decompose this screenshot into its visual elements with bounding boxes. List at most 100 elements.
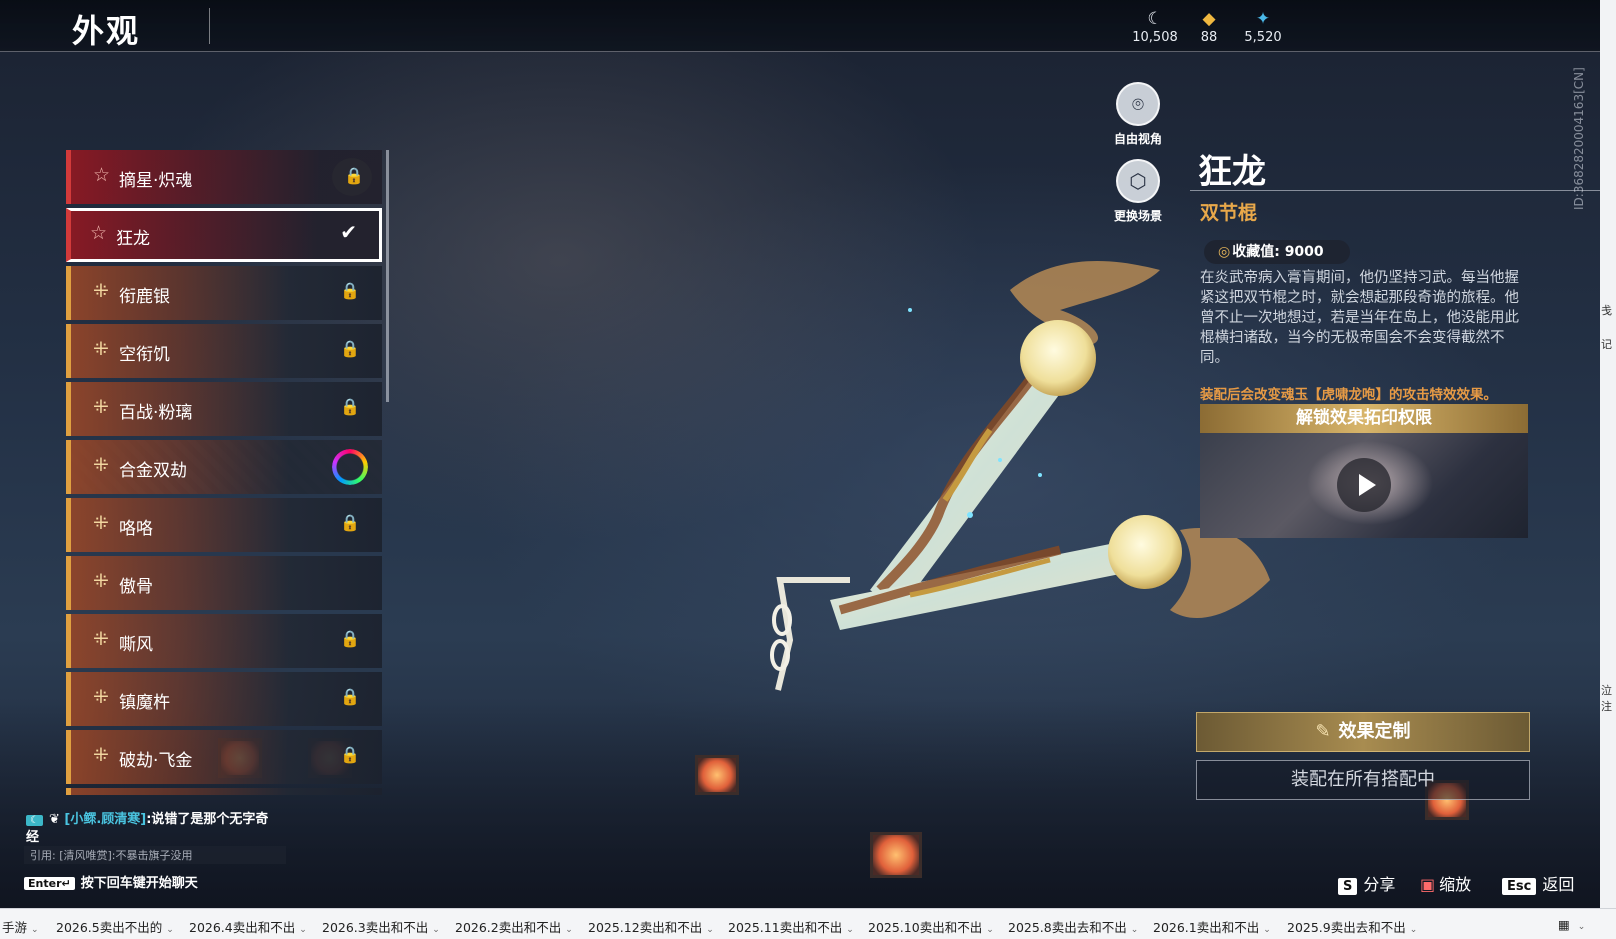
list-scrollbar[interactable] <box>386 150 389 402</box>
grid-icon[interactable]: ▦ ⌄ <box>1558 917 1585 932</box>
chat-nickname[interactable]: [小鳏.顾清寒] <box>64 812 146 827</box>
item-label: 摘星·炽魂 <box>119 171 193 191</box>
lock-badge: 🔒 <box>332 158 372 196</box>
list-item[interactable]: ⁜ 合金双劫 <box>66 440 382 494</box>
list-item[interactable]: ⁜ 嘶风 🔒 <box>66 614 382 668</box>
cross-icon: ⁜ <box>93 744 109 766</box>
chevron-down-icon: ⌄ <box>1263 925 1271 935</box>
rainbow-ring-icon <box>332 449 368 485</box>
moon-coin-icon: ☾ <box>1147 9 1163 29</box>
strip-text: 戋 <box>1601 304 1612 317</box>
bookmark-folder[interactable]: 2025.9卖出去和不出 ⌄ <box>1287 917 1417 936</box>
list-item[interactable]: ⁜ 咯咯 🔒 <box>66 498 382 552</box>
effect-preview-video[interactable] <box>1200 433 1528 538</box>
cross-icon: ⁜ <box>93 570 109 592</box>
change-scene-button[interactable]: ⬡ 更换场景 <box>1112 159 1164 224</box>
chevron-down-icon: ⌄ <box>1130 925 1139 935</box>
list-item[interactable]: ⁜ 空衔饥 🔒 <box>66 324 382 378</box>
back-hint[interactable]: Esc 返回 <box>1502 871 1574 895</box>
cross-icon: ⁜ <box>93 512 109 534</box>
bookmark-folder[interactable]: 2025.12卖出和不出 ⌄ <box>588 917 714 936</box>
chevron-down-icon: ⌄ <box>706 925 714 935</box>
item-label: 破劫·飞金 <box>119 751 193 771</box>
zoom-hint[interactable]: ▣ 缩放 <box>1420 871 1471 895</box>
lantern-prop <box>695 755 739 795</box>
cube-icon: ⬡ <box>1116 159 1160 203</box>
chevron-down-icon: ⌄ <box>166 925 174 935</box>
bookmark-folder[interactable]: 2026.4卖出和不出 ⌄ <box>189 917 307 936</box>
bookmark-folder[interactable]: 手游 ⌄ <box>2 917 39 936</box>
bookmark-folder[interactable]: 2026.3卖出和不出 ⌄ <box>322 917 440 936</box>
channel-tag: ☾ <box>26 815 43 826</box>
cross-icon: ⁜ <box>93 396 109 418</box>
chevron-down-icon: ⌄ <box>299 925 307 935</box>
chevron-down-icon: ⌄ <box>432 925 440 935</box>
bookmark-folder[interactable]: 2025.11卖出和不出 ⌄ <box>728 917 854 936</box>
right-app-strip: 戋 记 泣注 <box>1600 0 1616 908</box>
strip-text: 记 <box>1601 338 1612 351</box>
skin-list[interactable]: ☆ 摘星·炽魂 🔒 ☆ 狂龙 ✔ ⁜ 衔鹿银 🔒 ⁜ 空衔饥 🔒 ⁜ 百战·粉璃… <box>66 150 382 795</box>
list-item[interactable]: ⁜ 傲骨 <box>66 556 382 610</box>
esc-key: Esc <box>1502 878 1537 895</box>
chat-enter-hint[interactable]: Enter↵ 按下回车键开始聊天 <box>24 872 198 891</box>
star-icon: ☆ <box>90 222 108 244</box>
chevron-down-icon: ⌄ <box>846 925 854 935</box>
bookmark-folder[interactable]: 2026.1卖出和不出 ⌄ <box>1153 917 1271 936</box>
list-item[interactable]: ⁜ 衔鹿银 🔒 <box>66 266 382 320</box>
lantern-prop <box>870 832 922 878</box>
item-label: 傲骨 <box>119 577 153 597</box>
collect-value: 收藏值: 9000 <box>1232 244 1324 260</box>
currency-value: 10,508 <box>1132 30 1178 45</box>
strip-text: 泣注 <box>1601 684 1612 713</box>
player-id: ID:3682820004163[CN] <box>1572 67 1586 210</box>
chevron-down-icon: ⌄ <box>565 925 573 935</box>
check-icon: ✔ <box>340 220 357 244</box>
collect-value-badge: ◎ 收藏值: 9000 <box>1204 240 1350 264</box>
share-hint[interactable]: S 分享 <box>1338 871 1395 895</box>
play-icon[interactable] <box>1337 458 1391 512</box>
bookmark-folder[interactable]: 2026.5卖出不出的 ⌄ <box>56 917 174 936</box>
cross-icon: ⁜ <box>93 280 109 302</box>
lock-icon: 🔒 <box>340 397 360 416</box>
change-scene-label: 更换场景 <box>1113 209 1162 223</box>
currency-moon[interactable]: ☾ 10,508 <box>1125 8 1185 45</box>
item-label: 衔鹿银 <box>119 287 170 307</box>
feather-icon: ✦ <box>1255 9 1271 29</box>
wrench-icon: ✎ <box>1315 721 1331 742</box>
list-item[interactable] <box>66 788 382 795</box>
free-view-button[interactable]: ⌾ 自由视角 <box>1112 82 1164 147</box>
free-view-label: 自由视角 <box>1113 132 1162 146</box>
title-underline <box>1190 190 1600 191</box>
chat-quote: 引用: [清风唯赏]:不暴击旗子没用 <box>24 846 286 864</box>
bookmark-folder[interactable]: 2026.2卖出和不出 ⌄ <box>455 917 573 936</box>
list-item[interactable]: ⁜ 破劫·飞金 🔒 <box>66 730 382 784</box>
share-key: S <box>1338 878 1358 895</box>
list-item-selected[interactable]: ☆ 狂龙 ✔ <box>66 208 382 262</box>
chat-message-cont: 经 <box>26 830 40 845</box>
lock-icon: 🔒 <box>344 166 364 185</box>
currency-gold[interactable]: ◆ 88 <box>1179 8 1239 45</box>
list-item[interactable]: ⁜ 镇魔杵 🔒 <box>66 672 382 726</box>
cross-icon: ⁜ <box>93 454 109 476</box>
list-item[interactable]: ☆ 摘星·炽魂 🔒 <box>66 150 382 204</box>
bookmark-folder[interactable]: 2025.8卖出去和不出 ⌄ <box>1008 917 1138 936</box>
bookmark-folder[interactable]: 2025.10卖出和不出 ⌄ <box>868 917 994 936</box>
chat-text: :说错了是那个无字奇 <box>146 812 269 827</box>
gold-ticket-icon: ◆ <box>1202 9 1216 29</box>
cross-icon: ⁜ <box>93 338 109 360</box>
lock-icon: 🔒 <box>340 687 360 706</box>
chat-message: ☾ ❦ [小鳏.顾清寒]:说错了是那个无字奇 <box>26 808 268 827</box>
equip-all-button[interactable]: 装配在所有搭配中 <box>1196 760 1530 800</box>
list-item[interactable]: ⁜ 百战·粉璃 🔒 <box>66 382 382 436</box>
item-label: 镇魔杵 <box>119 693 170 713</box>
lock-icon: 🔒 <box>340 745 360 764</box>
collect-icon: ◎ <box>1218 244 1231 260</box>
effect-custom-button[interactable]: ✎ 效果定制 <box>1196 712 1530 752</box>
item-type: 双节棍 <box>1200 202 1258 224</box>
lock-icon: 🔒 <box>340 281 360 300</box>
currency-feather[interactable]: ✦ 5,520 <box>1233 8 1293 45</box>
chevron-down-icon: ⌄ <box>31 925 39 935</box>
camera-icon: ⌾ <box>1116 82 1160 126</box>
lock-icon: 🔒 <box>340 513 360 532</box>
cross-icon: ⁜ <box>93 686 109 708</box>
